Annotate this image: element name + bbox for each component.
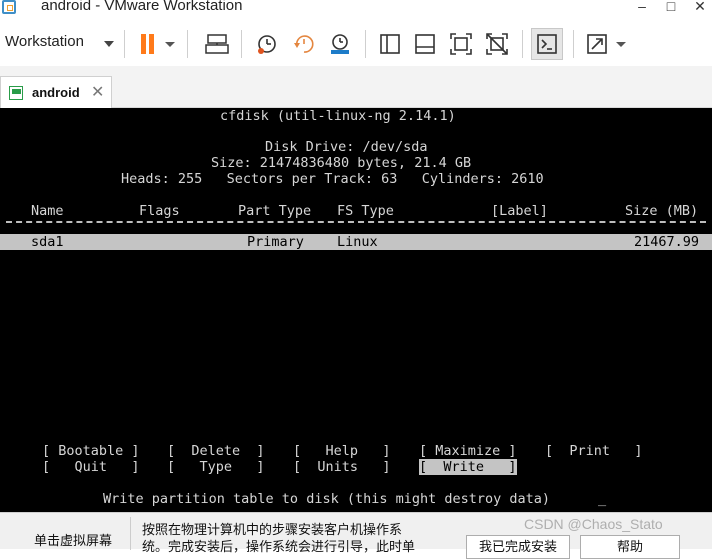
menu-maximize[interactable]: [ Maximize ] [419, 443, 517, 459]
workstation-menu-caret-icon[interactable] [104, 41, 114, 47]
minimize-button[interactable]: – [632, 0, 652, 15]
cfdisk-header: cfdisk (util-linux-ng 2.14.1) [220, 108, 456, 124]
installation-done-button[interactable]: 我已完成安装 [466, 535, 570, 559]
snapshot-manager-icon[interactable] [324, 28, 356, 60]
column-fs-type: FS Type [337, 203, 394, 219]
menu-help[interactable]: [ Help ] [293, 443, 391, 459]
maximize-button[interactable]: □ [661, 0, 681, 15]
column-label: [Label] [491, 203, 548, 219]
help-button[interactable]: 帮助 [580, 535, 680, 559]
window-titlebar: android - VMware Workstation – □ ✕ [0, 0, 712, 18]
snapshot-revert-icon[interactable] [288, 28, 320, 60]
install-instructions: 按照在物理计算机中的步骤安装客户机操作系 统。完成安装后，操作系统会进行引导，此… [142, 521, 415, 555]
main-toolbar: Workstation [0, 22, 712, 66]
menu-bootable[interactable]: [ Bootable ] [42, 443, 140, 459]
tab-label: android [32, 85, 80, 100]
install-instructions-line1: 按照在物理计算机中的步骤安装客户机操作系 [142, 522, 403, 537]
column-part-type: Part Type [238, 203, 312, 219]
menu-units[interactable]: [ Units ] [293, 459, 391, 475]
menu-quit[interactable]: [ Quit ] [42, 459, 140, 475]
thumbnail-bar-icon[interactable] [409, 28, 441, 60]
vm-tab-bar: android ✕ [0, 66, 712, 108]
column-name: Name [31, 203, 64, 219]
watermark-text: CSDN @Chaos_Stato [524, 516, 663, 532]
tab-close-icon[interactable]: ✕ [91, 82, 104, 102]
menu-print[interactable]: [ Print ] [545, 443, 643, 459]
tab-android[interactable]: android ✕ [0, 76, 112, 108]
console-view-icon[interactable] [531, 28, 563, 60]
close-button[interactable]: ✕ [690, 0, 710, 15]
pause-dropdown-icon[interactable] [162, 28, 178, 60]
partition-fs-type: Linux [337, 234, 378, 250]
toolbar-separator [522, 30, 523, 58]
menu-delete[interactable]: [ Delete ] [167, 443, 265, 459]
snapshot-take-icon[interactable] [251, 28, 283, 60]
disk-geometry-line: Heads: 255 Sectors per Track: 63 Cylinde… [121, 171, 544, 187]
toolbar-separator [573, 30, 574, 58]
disk-size-line: Size: 21474836480 bytes, 21.4 GB [211, 155, 472, 171]
partition-part-type: Primary [247, 234, 304, 250]
column-flags: Flags [139, 203, 180, 219]
menu-write-selected[interactable]: [ Write ] [419, 459, 517, 475]
window-title: android - VMware Workstation [41, 0, 243, 14]
send-ctrl-alt-del-icon[interactable] [201, 28, 233, 60]
status-message: Write partition table to disk (this migh… [103, 491, 551, 507]
vm-running-icon [9, 86, 23, 100]
header-divider [6, 221, 706, 223]
menu-type[interactable]: [ Type ] [167, 459, 265, 475]
unity-icon[interactable] [481, 28, 513, 60]
partition-size: 21467.99 [634, 234, 700, 250]
toolbar-separator [124, 30, 125, 58]
disk-drive-line: Disk Drive: /dev/sda [265, 139, 428, 155]
toolbar-separator [187, 30, 188, 58]
hint-divider [130, 517, 131, 550]
install-instructions-line2: 统。完成安装后，操作系统会进行引导，此时单 [142, 539, 416, 554]
partition-name: sda1 [31, 234, 64, 250]
partition-row[interactable]: sda1 Primary Linux 21467.99 [0, 234, 712, 250]
toolbar-separator [241, 30, 242, 58]
vm-console-screen[interactable]: cfdisk (util-linux-ng 2.14.1) Disk Drive… [0, 108, 712, 512]
text-cursor: _ [598, 491, 607, 507]
vmware-logo-icon [2, 0, 16, 14]
toolbar-separator [365, 30, 366, 58]
fullscreen-dropdown-icon[interactable] [613, 28, 629, 60]
library-view-icon[interactable] [374, 28, 406, 60]
column-size: Size (MB) [625, 203, 699, 219]
fullscreen-icon[interactable] [581, 28, 613, 60]
fit-guest-icon[interactable] [445, 28, 477, 60]
click-screen-hint: 单击虚拟屏幕 [34, 533, 113, 548]
workstation-menu[interactable]: Workstation [5, 33, 84, 50]
